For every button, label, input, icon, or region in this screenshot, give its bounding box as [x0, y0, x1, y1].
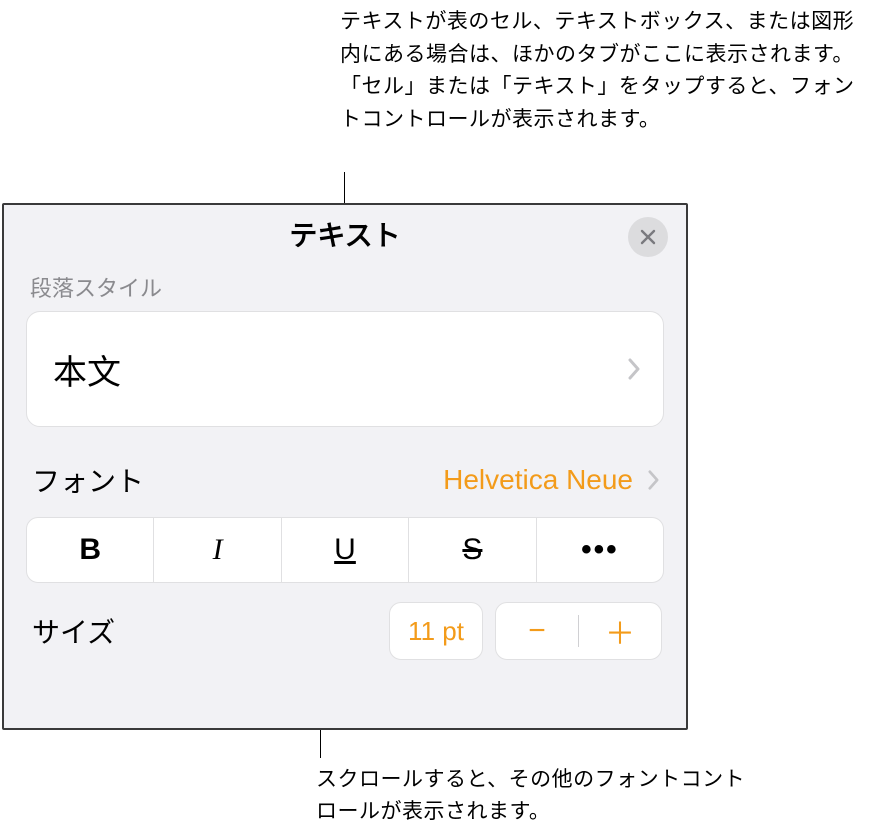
close-button[interactable]: [628, 217, 668, 257]
bold-button[interactable]: B: [26, 517, 154, 583]
strikethrough-button[interactable]: S: [409, 517, 536, 583]
chevron-right-icon: [647, 469, 660, 491]
paragraph-style-value: 本文: [53, 345, 121, 394]
font-size-row: サイズ 11 pt − ＋: [26, 601, 664, 661]
font-label: フォント: [32, 460, 144, 500]
paragraph-style-selector[interactable]: 本文: [26, 311, 664, 427]
close-icon: [640, 229, 656, 245]
font-value: Helvetica Neue: [443, 464, 633, 496]
callout-top: テキストが表のセル、テキストボックス、または図形内にある場合は、ほかのタブがここ…: [340, 6, 860, 136]
size-stepper: − ＋: [495, 602, 662, 660]
italic-button[interactable]: I: [154, 517, 281, 583]
panel-title: テキスト: [289, 214, 400, 254]
underline-button[interactable]: U: [282, 517, 409, 583]
minus-icon: −: [528, 614, 546, 648]
plus-icon: ＋: [605, 609, 635, 653]
size-value-button[interactable]: 11 pt: [389, 602, 483, 660]
chevron-right-icon: [627, 357, 641, 381]
text-style-button-group: B I U S •••: [26, 517, 664, 583]
paragraph-style-label: 段落スタイル: [30, 271, 686, 303]
panel-header: テキスト: [4, 205, 686, 263]
size-decrease-button[interactable]: −: [496, 603, 578, 659]
size-label: サイズ: [32, 611, 115, 651]
more-icon: •••: [581, 533, 619, 567]
more-styles-button[interactable]: •••: [537, 517, 664, 583]
text-format-panel: テキスト 段落スタイル 本文 フォント Helvetica Neue B I U…: [2, 203, 688, 730]
font-selector[interactable]: フォント Helvetica Neue: [26, 457, 664, 503]
callout-bottom: スクロールすると、その他のフォントコントロールが表示されます。: [316, 764, 756, 829]
size-increase-button[interactable]: ＋: [579, 603, 661, 659]
